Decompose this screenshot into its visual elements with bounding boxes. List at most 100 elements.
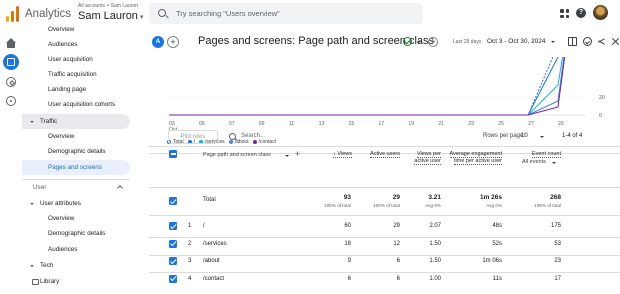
row-index: 4 (188, 275, 192, 282)
col-header-avg-engagement[interactable]: Average engagement time per active user (449, 151, 502, 165)
nav-item-user-overview[interactable]: Overview (22, 211, 130, 226)
share-icon[interactable] (598, 37, 607, 46)
chevron-down-icon[interactable] (540, 135, 544, 138)
row-index: 1 (188, 223, 192, 229)
add-comparison-button[interactable]: + (167, 36, 179, 48)
row-views: 9 (347, 258, 351, 264)
legend-item-contact[interactable]: /contact (252, 139, 276, 145)
sparkle-icon[interactable] (611, 37, 620, 46)
chevron-down-icon[interactable] (285, 154, 289, 157)
report-main: A + Pages and screens: Page path and scr… (149, 30, 620, 294)
nav-item-user-acquisition[interactable]: User acquisition (22, 52, 130, 67)
add-icon[interactable]: + (428, 37, 438, 47)
report-nav: Overview Audiences User acquisition Traf… (22, 24, 140, 294)
nav-item-user-acquisition-cohorts[interactable]: User acquisition cohorts (22, 97, 130, 112)
nav-item-user-demographic-details[interactable]: Demographic details (22, 226, 130, 241)
col-header-label: Average engagement time per active user (449, 151, 502, 165)
dimension-header[interactable]: Page path and screen class (203, 152, 271, 158)
date-range-label[interactable]: Last 28 days (453, 39, 481, 45)
plot-rows-button[interactable]: Plot rows (168, 130, 218, 144)
nav-item-traffic-acquisition[interactable]: Traffic acquisition (22, 67, 130, 82)
nav-group-tech[interactable]: Tech (22, 258, 130, 273)
pagination-range: 1-4 of 4 (562, 133, 583, 139)
col-header-views[interactable]: ↓ Views (317, 151, 352, 158)
date-range-value[interactable]: Oct 3 - Oct 30, 2024 (487, 38, 546, 45)
nav-item-overview-2[interactable]: Overview (22, 129, 130, 144)
nav-item-overview[interactable]: Overview (22, 24, 130, 37)
table-row[interactable]: 2/services 18 12 1.50 52s 53 (149, 238, 620, 255)
total-views: 93 (343, 194, 351, 201)
account-selector[interactable]: Sam Lauron ▾ (78, 10, 143, 22)
help-icon[interactable]: ? (576, 8, 586, 18)
avatar[interactable] (593, 5, 608, 20)
nav-item-library[interactable]: Library (22, 274, 130, 289)
nav-item-demographic-details[interactable]: Demographic details (22, 144, 130, 159)
table-search-input[interactable]: Search... (241, 133, 265, 139)
row-time: 52s (492, 240, 502, 247)
reports-icon[interactable] (3, 54, 19, 70)
chevron-down-icon[interactable] (552, 161, 556, 164)
series-line-2 (169, 57, 564, 116)
col-header-views-per-user[interactable]: Views per active user (411, 151, 441, 165)
row-checkbox[interactable] (169, 222, 177, 230)
insights-icon[interactable] (583, 37, 592, 46)
table-row[interactable]: 1 / 60 29 2.07 48s 175 (149, 220, 620, 237)
table-row[interactable]: 4/contact 6 6 1.00 11s 17 (149, 273, 620, 290)
row-page-path[interactable]: /services (203, 241, 227, 247)
nav-group-traffic[interactable]: Traffic (22, 114, 130, 129)
explore-icon[interactable] (6, 77, 16, 87)
row-page-path[interactable]: /about (203, 258, 220, 264)
nav-group-label: Traffic (40, 118, 58, 125)
series-line-1 (169, 57, 559, 116)
row-page-path[interactable]: /contact (203, 276, 224, 282)
search-bar[interactable]: Try searching "Users overview" (149, 3, 423, 24)
total-users: 29 (392, 194, 400, 201)
add-dimension-button[interactable]: + (295, 149, 300, 159)
chart-svg: 03 05 07 09 11 13 15 17 19 21 23 25 27 29Oct200 (169, 57, 605, 133)
event-filter-select[interactable]: All events (522, 159, 546, 165)
row-users: 12 (393, 240, 400, 247)
apps-icon[interactable] (560, 9, 569, 18)
select-all-checkbox[interactable] (169, 150, 177, 158)
rows-per-page-select[interactable]: 10 (521, 133, 528, 139)
col-header-active-users[interactable]: Active users (362, 151, 400, 158)
y-tick-label: 0 (599, 113, 602, 119)
left-rail (0, 30, 22, 294)
legend-dot (228, 140, 233, 144)
nav-section-user[interactable]: User (22, 180, 130, 195)
total-vpu: 3.21 (428, 194, 441, 201)
line-chart: 03 05 07 09 11 13 15 17 19 21 23 25 27 29 Oct 20 0 (166, 57, 614, 135)
nav-item-audiences[interactable]: Audiences (22, 37, 130, 52)
chevron-down-icon[interactable] (417, 41, 421, 43)
check-circle-icon[interactable] (403, 37, 412, 46)
total-vpu-sub: Avg 0% (425, 203, 441, 208)
home-icon[interactable] (6, 38, 16, 48)
row-checkbox[interactable] (169, 239, 177, 248)
nav-item-landing-page[interactable]: Landing page (22, 82, 130, 97)
page-title: Pages and screens: Page path and screen … (198, 35, 435, 47)
advertising-icon[interactable] (6, 96, 16, 106)
compare-icon[interactable] (568, 37, 577, 46)
row-time: 1m 06s (482, 258, 502, 264)
row-page-path[interactable]: / (203, 223, 205, 229)
x-tick-label: 29 (558, 121, 564, 127)
analytics-logo[interactable] (6, 6, 20, 22)
search-input[interactable]: Try searching "Users overview" (176, 9, 280, 18)
total-views-sub: 100% of total (324, 203, 351, 208)
nav-group-user-attributes[interactable]: User attributes (22, 196, 130, 211)
col-header-label: Views per active user (414, 151, 441, 165)
total-checkbox[interactable] (169, 197, 177, 205)
x-tick-label: 19 (408, 121, 414, 127)
comparison-badge[interactable]: A (152, 36, 164, 48)
nav-item-pages-and-screens[interactable]: Pages and screens (22, 160, 130, 175)
row-checkbox[interactable] (169, 257, 177, 265)
nav-item-user-audiences[interactable]: Audiences (22, 242, 130, 257)
nav-section-label: User (33, 184, 47, 191)
col-header-event-count[interactable]: Event count (509, 151, 561, 158)
table-row[interactable]: 3/about 9 6 1.50 1m 06s 23 (149, 255, 620, 272)
account-breadcrumb[interactable]: All accounts > Sam Lauron (78, 3, 138, 9)
row-checkbox[interactable] (169, 274, 177, 283)
x-tick-label: 27 (528, 121, 534, 127)
chevron-down-icon[interactable] (551, 41, 555, 43)
table-divider (149, 146, 620, 147)
